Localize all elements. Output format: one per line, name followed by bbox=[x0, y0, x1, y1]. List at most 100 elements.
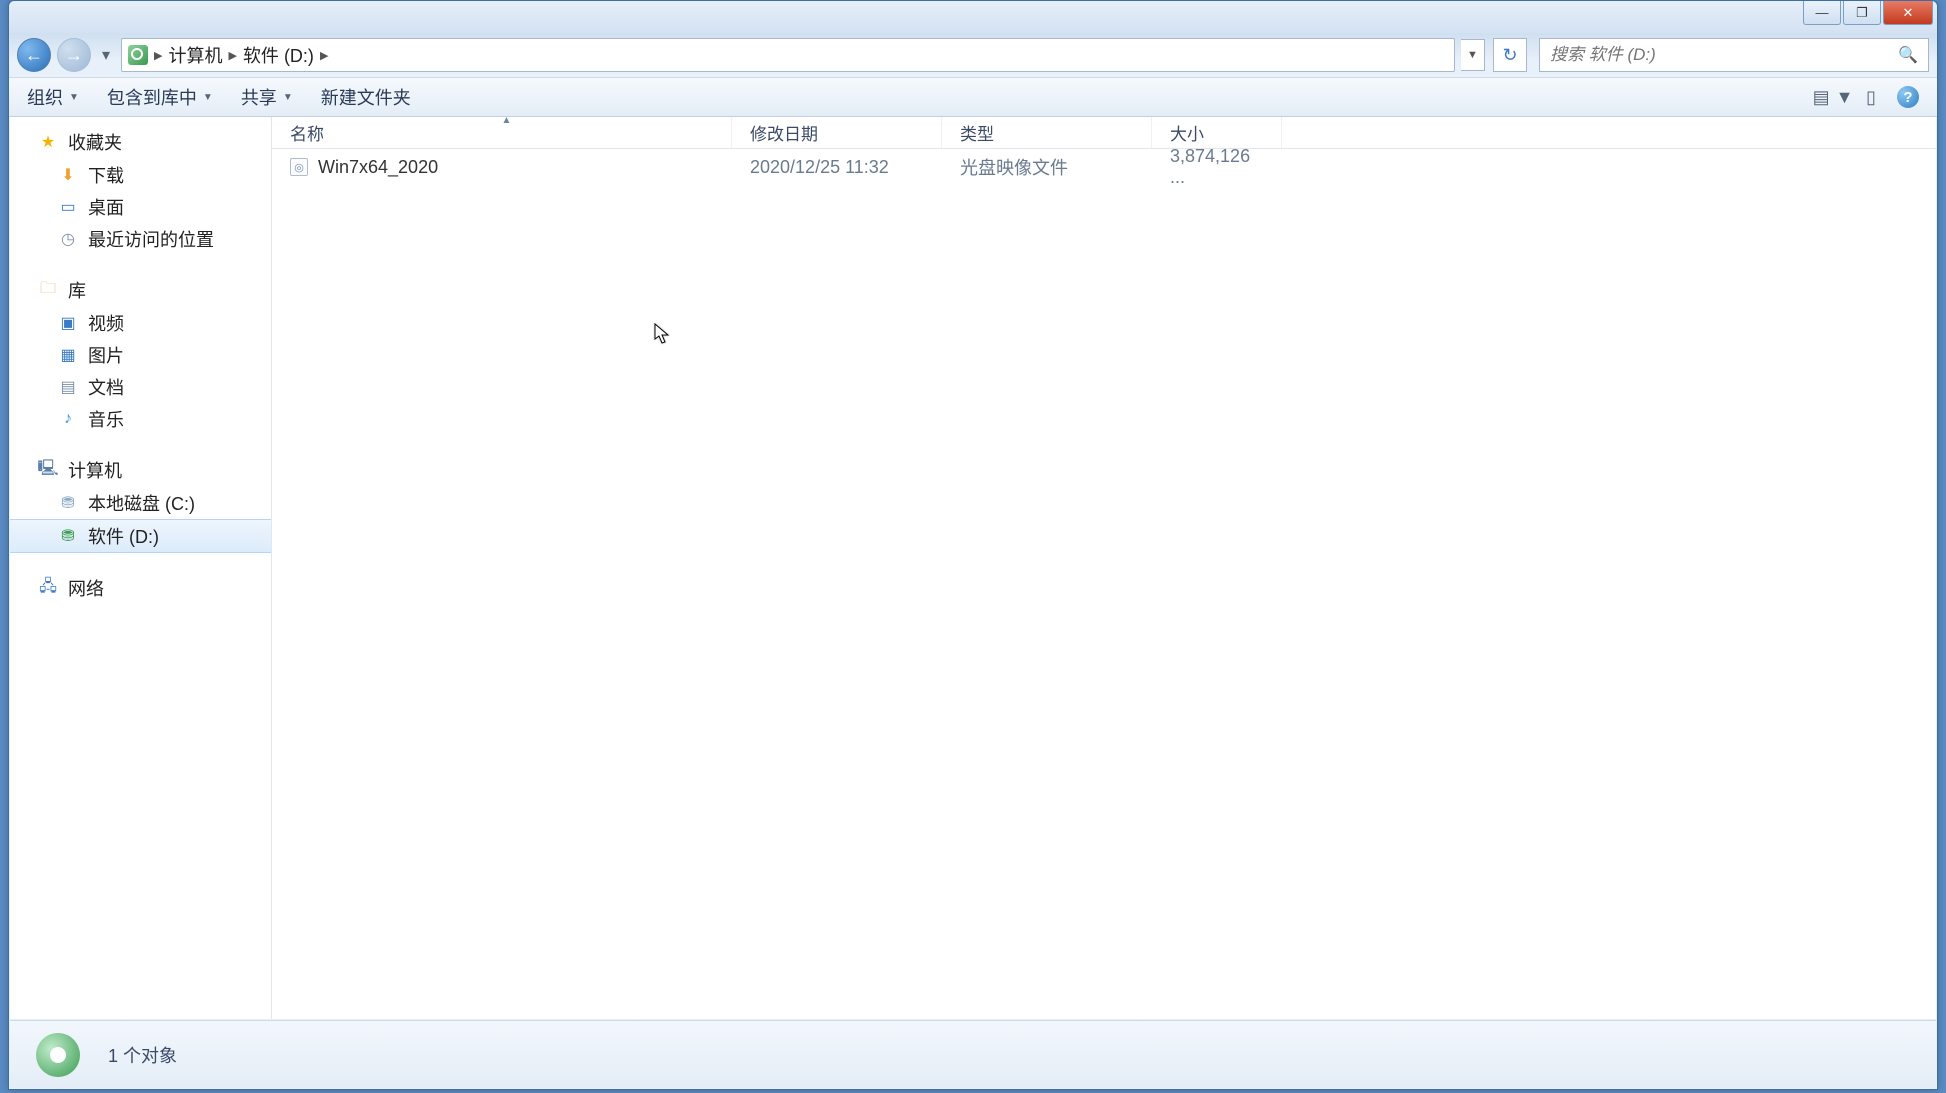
organize-menu[interactable]: 组织 ▼ bbox=[27, 84, 79, 110]
column-label: 修改日期 bbox=[750, 120, 818, 145]
computer-header[interactable]: 🖳计算机 bbox=[10, 453, 271, 487]
breadcrumb-separator-icon[interactable]: ▶ bbox=[148, 49, 168, 62]
view-options-button[interactable]: ▤▼ bbox=[1821, 85, 1845, 109]
library-icon: 🗀 bbox=[38, 280, 58, 300]
close-button[interactable]: ✕ bbox=[1883, 1, 1933, 25]
sidebar-item-videos[interactable]: ▣ 视频 bbox=[10, 307, 271, 339]
column-size[interactable]: 大小 bbox=[1152, 117, 1282, 148]
window-controls: — ❐ ✕ bbox=[1801, 1, 1933, 25]
file-size: 3,874,126 ... bbox=[1152, 146, 1282, 188]
sidebar-item-label: 音乐 bbox=[88, 406, 124, 432]
sidebar-item-label: 最近访问的位置 bbox=[88, 226, 214, 252]
address-history-button[interactable]: ▼ bbox=[1461, 39, 1485, 71]
preview-pane-button[interactable]: ▯ bbox=[1859, 85, 1883, 109]
drive-large-icon bbox=[30, 1027, 86, 1083]
include-label: 包含到库中 bbox=[107, 84, 197, 110]
address-bar[interactable]: ▶ 计算机 ▶ 软件 (D:) ▶ bbox=[121, 38, 1455, 72]
breadcrumb-separator-icon[interactable]: ▶ bbox=[314, 49, 334, 62]
preview-icon: ▯ bbox=[1866, 87, 1876, 108]
search-input[interactable] bbox=[1550, 45, 1898, 65]
iso-file-icon: ◎ bbox=[290, 158, 308, 176]
sidebar-item-drive-c[interactable]: ⛃本地磁盘 (C:) bbox=[10, 487, 271, 519]
chevron-down-icon: ▼ bbox=[1836, 87, 1854, 108]
sidebar-item-label: 本地磁盘 (C:) bbox=[88, 490, 195, 516]
libraries-label: 库 bbox=[68, 277, 86, 303]
drive-icon: ⛃ bbox=[58, 526, 78, 546]
nav-history-dropdown[interactable]: ▾ bbox=[97, 38, 115, 72]
column-label: 名称 bbox=[290, 120, 324, 145]
chevron-down-icon: ▼ bbox=[203, 92, 213, 103]
breadcrumb-drive[interactable]: 软件 (D:) bbox=[243, 42, 314, 68]
video-icon: ▣ bbox=[58, 313, 78, 333]
desktop-icon: ▭ bbox=[58, 197, 78, 217]
star-icon: ★ bbox=[38, 132, 58, 152]
chevron-down-icon: ▼ bbox=[1467, 49, 1478, 61]
arrow-right-icon: → bbox=[65, 45, 83, 66]
title-bar[interactable]: — ❐ ✕ bbox=[9, 1, 1937, 33]
maximize-icon: ❐ bbox=[1856, 5, 1868, 21]
favorites-label: 收藏夹 bbox=[68, 129, 122, 155]
maximize-button[interactable]: ❐ bbox=[1843, 1, 1881, 25]
share-menu[interactable]: 共享▼ bbox=[241, 84, 293, 110]
music-icon: ♪ bbox=[58, 409, 78, 429]
refresh-button[interactable]: ↻ bbox=[1493, 38, 1527, 72]
close-icon: ✕ bbox=[1903, 5, 1914, 21]
help-button[interactable]: ? bbox=[1897, 86, 1919, 108]
breadcrumb-separator-icon[interactable]: ▶ bbox=[222, 49, 242, 62]
sort-ascending-icon: ▲ bbox=[502, 115, 512, 126]
sidebar-item-label: 软件 (D:) bbox=[88, 523, 159, 549]
file-list-pane[interactable]: 名称 ▲ 修改日期 类型 大小 ◎ Win7x64_2020 2020/12/25 … bbox=[272, 117, 1936, 1019]
navigation-row: ← → ▾ ▶ 计算机 ▶ 软件 (D:) ▶ ▼ ↻ 🔍 bbox=[9, 33, 1937, 77]
explorer-window: — ❐ ✕ ← → ▾ ▶ 计算机 ▶ 软件 (D:) ▶ ▼ ↻ 🔍 组织▼ … bbox=[8, 0, 1938, 1090]
organize-label: 组织 bbox=[27, 84, 63, 110]
back-button[interactable]: ← bbox=[17, 38, 51, 72]
status-count: 1 个对象 bbox=[108, 1042, 177, 1068]
computer-label: 计算机 bbox=[68, 457, 122, 483]
share-label: 共享 bbox=[241, 84, 277, 110]
file-row[interactable]: ◎ Win7x64_2020 2020/12/25 11:32 光盘映像文件 3,… bbox=[272, 149, 1936, 185]
network-label: 网络 bbox=[68, 575, 104, 601]
sidebar-item-downloads[interactable]: ⬇下载 bbox=[10, 159, 271, 191]
sidebar-item-documents[interactable]: ▤文档 bbox=[10, 371, 271, 403]
favorites-header[interactable]: ★ 收藏夹 bbox=[10, 125, 271, 159]
status-bar: 1 个对象 bbox=[10, 1020, 1936, 1088]
navigation-pane[interactable]: ★收藏夹 ⬇下载 ▭桌面 ◷最近访问的位置 🗀库 ▣视频 ▦图片 ▤文档 ♪音乐… bbox=[10, 117, 272, 1019]
column-type[interactable]: 类型 bbox=[942, 117, 1152, 148]
sidebar-item-music[interactable]: ♪ 音乐 bbox=[10, 403, 271, 435]
sidebar-item-recent[interactable]: ◷ 最近访问的位置 bbox=[10, 223, 271, 255]
sidebar-item-label: 桌面 bbox=[88, 194, 124, 220]
help-icon: ? bbox=[1903, 89, 1912, 106]
file-name: Win7x64_2020 bbox=[318, 157, 438, 178]
sidebar-item-label: 视频 bbox=[88, 310, 124, 336]
sidebar-item-desktop[interactable]: ▭ 桌面 bbox=[10, 191, 271, 223]
column-label: 类型 bbox=[960, 120, 994, 145]
file-type: 光盘映像文件 bbox=[942, 154, 1152, 180]
column-headers: 名称 ▲ 修改日期 类型 大小 bbox=[272, 117, 1936, 149]
content-area: ★收藏夹 ⬇下载 ▭桌面 ◷最近访问的位置 🗀库 ▣视频 ▦图片 ▤文档 ♪音乐… bbox=[10, 117, 1936, 1019]
network-group: 🖧网络 bbox=[10, 571, 271, 605]
forward-button[interactable]: → bbox=[57, 38, 91, 72]
search-box[interactable]: 🔍 bbox=[1539, 38, 1929, 72]
libraries-group: 🗀库 ▣视频 ▦图片 ▤文档 ♪音乐 bbox=[10, 273, 271, 435]
view-icon: ▤ bbox=[1813, 87, 1830, 108]
breadcrumb-computer[interactable]: 计算机 bbox=[168, 42, 222, 68]
include-in-library-menu[interactable]: 包含到库中 ▼ bbox=[107, 84, 213, 110]
recent-icon: ◷ bbox=[58, 229, 78, 249]
toolbar: 组织▼ 包含到库中▼ 共享▼ 新建文件夹 ▤▼ ▯ ? bbox=[9, 77, 1937, 117]
file-date: 2020/12/25 11:32 bbox=[732, 157, 942, 178]
file-rows[interactable]: ◎ Win7x64_2020 2020/12/25 11:32 光盘映像文件 3,… bbox=[272, 149, 1936, 1019]
new-folder-button[interactable]: 新建文件夹 bbox=[321, 84, 411, 110]
chevron-down-icon: ▼ bbox=[69, 92, 79, 103]
column-date[interactable]: 修改日期 bbox=[732, 117, 942, 148]
newfolder-label: 新建文件夹 bbox=[321, 84, 411, 110]
arrow-left-icon: ← bbox=[25, 45, 43, 66]
sidebar-item-pictures[interactable]: ▦图片 bbox=[10, 339, 271, 371]
minimize-button[interactable]: — bbox=[1803, 1, 1841, 25]
network-header[interactable]: 🖧网络 bbox=[10, 571, 271, 605]
search-icon[interactable]: 🔍 bbox=[1898, 45, 1918, 65]
sidebar-item-drive-d[interactable]: ⛃ 软件 (D:) bbox=[10, 519, 271, 553]
document-icon: ▤ bbox=[58, 377, 78, 397]
computer-group: 🖳计算机 ⛃本地磁盘 (C:) ⛃ 软件 (D:) bbox=[10, 453, 271, 553]
libraries-header[interactable]: 🗀库 bbox=[10, 273, 271, 307]
column-name[interactable]: 名称 ▲ bbox=[272, 117, 732, 148]
